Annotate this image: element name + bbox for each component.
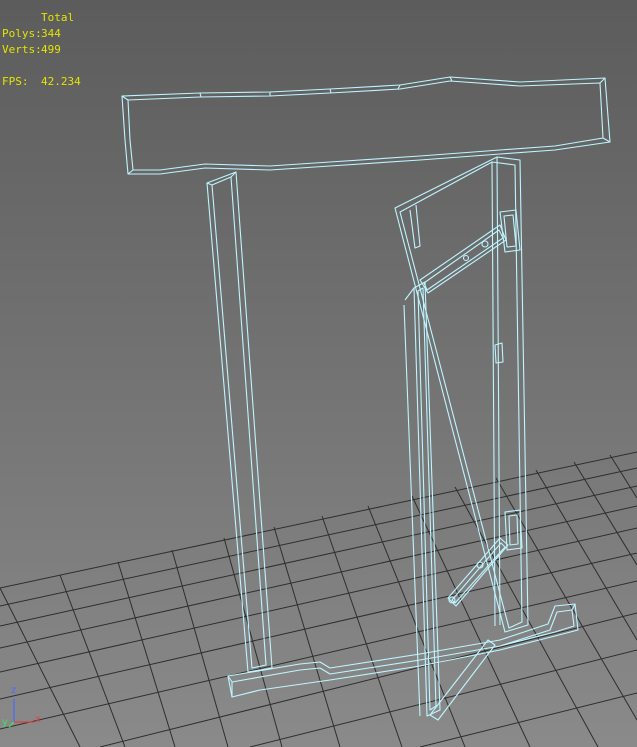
verts-row: Verts: 499 bbox=[0, 42, 120, 58]
fps-value: 42.234 bbox=[41, 75, 81, 88]
axis-gizmo: z y x bbox=[0, 685, 50, 747]
polys-row: Polys: 344 bbox=[0, 26, 120, 42]
polys-value: 344 bbox=[41, 27, 61, 40]
viewport-scene[interactable] bbox=[0, 0, 637, 747]
polys-label: Polys: bbox=[2, 27, 42, 40]
axis-y-label: y bbox=[2, 717, 8, 728]
stats-header-row: Total bbox=[0, 10, 120, 26]
verts-value: 499 bbox=[41, 43, 61, 56]
axis-gizmo-lines bbox=[8, 699, 34, 728]
fps-label: FPS: bbox=[2, 75, 29, 88]
axis-x-label: x bbox=[35, 714, 41, 725]
axis-z-label: z bbox=[11, 685, 17, 696]
3d-viewport[interactable]: Total Polys: 344 Verts: 499 FPS: 42.234 … bbox=[0, 0, 637, 747]
stats-header: Total bbox=[41, 11, 75, 24]
verts-label: Verts: bbox=[2, 43, 42, 56]
viewport-statistics: Total Polys: 344 Verts: 499 FPS: 42.234 bbox=[0, 10, 120, 90]
fps-row: FPS: 42.234 bbox=[0, 74, 120, 90]
stats-spacer bbox=[0, 58, 120, 74]
